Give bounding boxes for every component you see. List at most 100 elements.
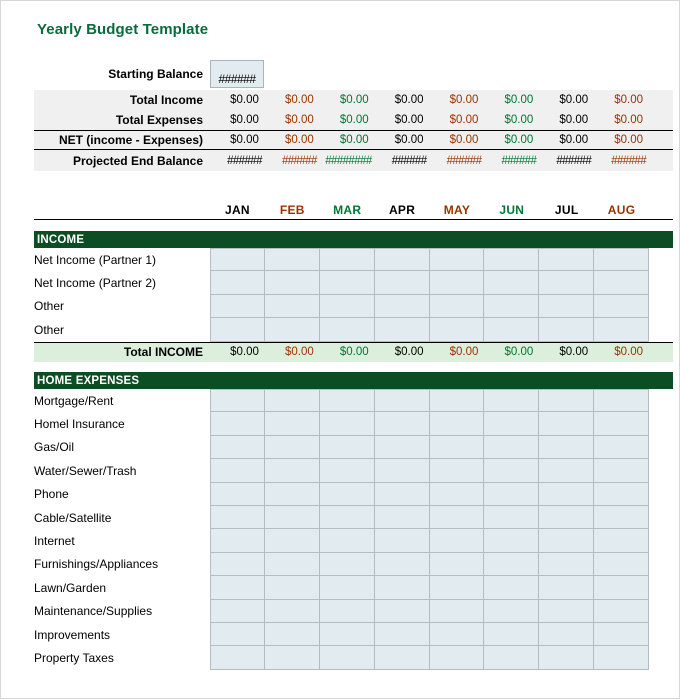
data-cell[interactable] [429,622,485,647]
data-cell[interactable] [539,248,595,272]
data-cell[interactable] [594,318,649,342]
data-cell[interactable] [210,529,265,553]
data-cell[interactable] [484,389,540,413]
data-cell[interactable] [264,294,320,319]
data-cell[interactable] [264,646,320,670]
data-cell[interactable] [264,271,320,295]
data-cell[interactable] [594,552,649,577]
data-cell[interactable] [429,318,485,342]
data-cell[interactable] [210,318,265,342]
data-cell[interactable] [319,576,375,600]
data-cell[interactable] [429,552,485,577]
data-cell[interactable] [319,646,375,670]
data-cell[interactable] [319,435,375,460]
data-cell[interactable] [210,389,265,413]
data-cell[interactable] [484,294,540,319]
data-cell[interactable] [594,248,649,272]
data-cell[interactable] [319,505,375,530]
data-cell[interactable] [484,459,540,483]
data-cell[interactable] [429,576,485,600]
data-cell[interactable] [264,412,320,436]
data-cell[interactable] [484,482,540,506]
data-cell[interactable] [484,622,540,647]
data-cell[interactable] [594,505,649,530]
data-cell[interactable] [484,271,540,295]
data-cell[interactable] [264,622,320,647]
data-cell[interactable] [374,294,430,319]
data-cell[interactable] [319,271,375,295]
data-cell[interactable] [264,318,320,342]
data-cell[interactable] [374,459,430,483]
data-cell[interactable] [484,529,540,553]
data-cell[interactable] [264,435,320,460]
data-cell[interactable] [594,622,649,647]
data-cell[interactable] [319,599,375,623]
data-cell[interactable] [484,318,540,342]
data-cell[interactable] [374,389,430,413]
data-cell[interactable] [594,646,649,670]
data-cell[interactable] [594,482,649,506]
data-cell[interactable] [264,552,320,577]
data-cell[interactable] [539,318,595,342]
data-cell[interactable] [319,482,375,506]
data-cell[interactable] [594,529,649,553]
data-cell[interactable] [319,248,375,272]
data-cell[interactable] [210,435,265,460]
data-cell[interactable] [539,271,595,295]
data-cell[interactable] [539,482,595,506]
data-cell[interactable] [374,412,430,436]
data-cell[interactable] [429,248,485,272]
data-cell[interactable] [264,389,320,413]
data-cell[interactable] [539,435,595,460]
data-cell[interactable] [374,529,430,553]
data-cell[interactable] [539,576,595,600]
data-cell[interactable] [319,622,375,647]
data-cell[interactable] [264,482,320,506]
data-cell[interactable] [594,271,649,295]
data-cell[interactable] [210,412,265,436]
data-cell[interactable] [210,459,265,483]
data-cell[interactable] [429,599,485,623]
data-cell[interactable] [539,622,595,647]
data-cell[interactable] [210,576,265,600]
data-cell[interactable] [210,622,265,647]
data-cell[interactable] [539,646,595,670]
data-cell[interactable] [319,389,375,413]
data-cell[interactable] [264,505,320,530]
data-cell[interactable] [374,435,430,460]
data-cell[interactable] [539,529,595,553]
data-cell[interactable] [210,482,265,506]
data-cell[interactable] [319,294,375,319]
data-cell[interactable] [539,389,595,413]
data-cell[interactable] [374,576,430,600]
data-cell[interactable] [484,552,540,577]
data-cell[interactable] [319,412,375,436]
data-cell[interactable] [484,412,540,436]
data-cell[interactable] [594,435,649,460]
data-cell[interactable] [210,599,265,623]
data-cell[interactable] [210,248,265,272]
data-cell[interactable] [539,505,595,530]
data-cell[interactable] [374,599,430,623]
data-cell[interactable] [210,271,265,295]
data-cell[interactable] [429,505,485,530]
data-cell[interactable] [539,294,595,319]
data-cell[interactable] [374,318,430,342]
data-cell[interactable] [539,412,595,436]
data-cell[interactable] [374,552,430,577]
data-cell[interactable] [264,529,320,553]
data-cell[interactable] [374,505,430,530]
data-cell[interactable] [429,271,485,295]
data-cell[interactable] [319,552,375,577]
data-cell[interactable] [210,552,265,577]
data-cell[interactable] [374,271,430,295]
data-cell[interactable] [594,412,649,436]
data-cell[interactable] [264,248,320,272]
data-cell[interactable] [484,646,540,670]
data-cell[interactable] [484,505,540,530]
data-cell[interactable] [374,646,430,670]
data-cell[interactable] [374,248,430,272]
data-cell[interactable] [484,248,540,272]
data-cell[interactable] [429,646,485,670]
data-cell[interactable] [429,435,485,460]
